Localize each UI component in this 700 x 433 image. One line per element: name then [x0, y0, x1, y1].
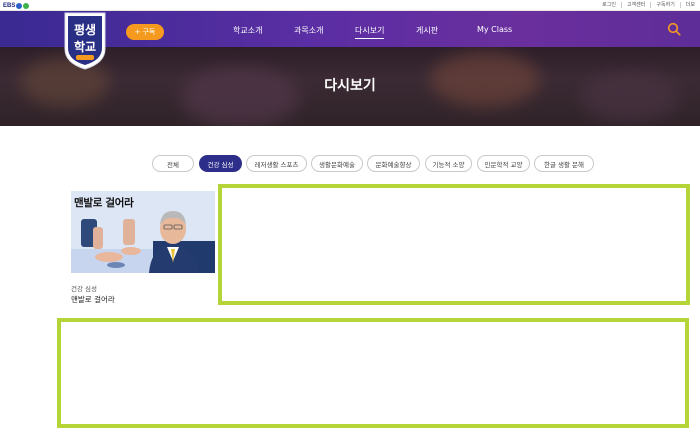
subscribe-button[interactable]: + 구독	[126, 24, 164, 40]
filter-chip-humanities[interactable]: 인문학적 교양	[477, 155, 530, 172]
ebs-green-dot-icon	[23, 2, 30, 9]
subscribe-label: 구독	[142, 28, 156, 36]
ebs-logo-text: EBS	[3, 2, 16, 9]
top-utility-bar: EBS 로그인 고객센터 구독하기 더보	[0, 0, 700, 11]
filter-chip-all[interactable]: 전체	[152, 155, 194, 172]
filter-chip-health[interactable]: 건강 심성	[199, 155, 242, 172]
card-category: 건강 심성	[71, 285, 97, 293]
content-placeholder-1	[218, 184, 690, 305]
menu-item-subject-intro[interactable]: 과목소개	[294, 25, 323, 36]
content-placeholder-2	[57, 318, 689, 428]
subscribe-link[interactable]: 구독하기	[650, 2, 679, 8]
login-link[interactable]: 로그인	[597, 2, 621, 8]
category-filter-bar: 전체 건강 심성 레저생활 스포츠 생활문화예술 문화예술향상 기능적 소양 인…	[0, 155, 700, 173]
video-card[interactable]: 맨발로 걸어라 건강 심성 맨발로 걸어라	[71, 191, 215, 305]
card-title[interactable]: 맨발로 걸어라	[71, 294, 215, 305]
page-title: 다시보기	[324, 78, 376, 94]
thumbnail-title: 맨발로 걸어라	[74, 197, 134, 209]
filter-chip-leisure-sports[interactable]: 레저생활 스포츠	[246, 155, 307, 172]
search-icon[interactable]	[667, 22, 681, 36]
logo-text-bottom: 학교	[74, 39, 96, 54]
logo-text-top: 평생	[74, 22, 96, 37]
menu-item-board[interactable]: 게시판	[416, 25, 438, 36]
video-thumbnail[interactable]: 맨발로 걸어라	[71, 191, 215, 273]
customer-center-link[interactable]: 고객센터	[620, 2, 650, 8]
filter-chip-life-culture-art[interactable]: 생활문화예술	[311, 155, 363, 172]
lifelong-school-logo[interactable]: 평생 학교	[63, 11, 107, 71]
filter-chip-hangul-literacy[interactable]: 한글 생활 문해	[534, 155, 594, 172]
menu-item-replay[interactable]: 다시보기	[355, 25, 385, 39]
ebs-blue-dot-icon	[16, 2, 23, 9]
utility-links: 로그인 고객센터 구독하기 더보	[597, 2, 700, 8]
filter-chip-culture-art-improve[interactable]: 문화예술향상	[367, 155, 420, 172]
menu-item-my-class[interactable]: My Class	[477, 25, 512, 34]
filter-chip-functional[interactable]: 기능적 소양	[425, 155, 472, 172]
plus-icon: +	[134, 28, 141, 36]
ebs-logo[interactable]: EBS	[3, 2, 30, 9]
menu-item-school-intro[interactable]: 학교소개	[233, 25, 262, 36]
more-link[interactable]: 더보	[679, 2, 700, 8]
